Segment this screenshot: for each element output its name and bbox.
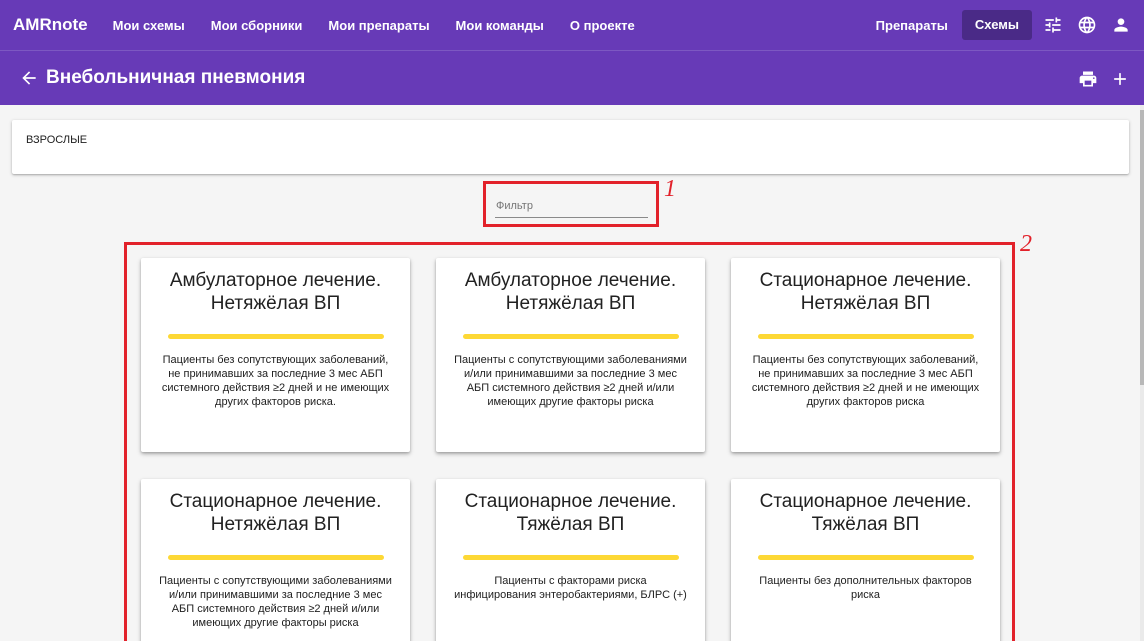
filter-input[interactable]	[495, 194, 648, 218]
card-title: Стационарное лечение. Нетяжёлая ВП	[169, 491, 382, 535]
page-title: Внебольничная пневмония	[46, 67, 306, 88]
nav-my-collections[interactable]: Мои сборники	[198, 18, 316, 33]
annotation-1: 1	[664, 176, 676, 202]
card-accent-bar	[462, 555, 679, 560]
print-icon[interactable]	[1072, 62, 1104, 96]
nav-drugs[interactable]: Препараты	[862, 18, 962, 33]
globe-icon[interactable]	[1070, 8, 1104, 42]
card-title: Амбулаторное лечение. Нетяжёлая ВП	[464, 270, 677, 314]
top-right-actions: Препараты Схемы	[862, 0, 1144, 50]
section-adults[interactable]: ВЗРОСЛЫЕ	[12, 120, 1129, 174]
page-header: Внебольничная пневмония	[0, 50, 1144, 105]
card-title: Стационарное лечение. Нетяжёлая ВП	[759, 270, 972, 314]
card-accent-bar	[462, 334, 679, 339]
card-accent-bar	[167, 555, 384, 560]
tune-icon[interactable]	[1036, 8, 1070, 42]
scheme-card[interactable]: Стационарное лечение. Нетяжёлая ВП Пацие…	[731, 258, 1000, 452]
nav-my-teams[interactable]: Мои команды	[443, 18, 557, 33]
card-description: Пациенты без дополнительных факторов рис…	[759, 575, 972, 601]
card-description: Пациенты без сопутствующих заболеваний, …	[751, 354, 980, 408]
card-description: Пациенты без сопутствующих заболеваний, …	[161, 354, 390, 408]
card-accent-bar	[757, 334, 974, 339]
page-actions	[1072, 51, 1136, 106]
user-icon[interactable]	[1104, 8, 1138, 42]
scrollbar-thumb[interactable]	[1140, 110, 1144, 385]
section-label: ВЗРОСЛЫЕ	[26, 134, 88, 146]
scheme-card[interactable]: Стационарное лечение. Нетяжёлая ВП Пацие…	[141, 479, 410, 641]
brand-logo[interactable]: AMRnote	[13, 15, 88, 35]
card-accent-bar	[757, 555, 974, 560]
back-arrow-icon[interactable]	[14, 63, 44, 93]
cards-highlight-box: Амбулаторное лечение. Нетяжёлая ВП Пацие…	[124, 242, 1015, 641]
scheme-card[interactable]: Стационарное лечение. Тяжёлая ВП Пациент…	[436, 479, 705, 641]
scheme-card[interactable]: Амбулаторное лечение. Нетяжёлая ВП Пацие…	[141, 258, 410, 452]
card-title: Стационарное лечение. Тяжёлая ВП	[759, 491, 972, 535]
add-icon[interactable]	[1104, 62, 1136, 96]
card-description: Пациенты с факторами риска инфицирования…	[454, 575, 687, 601]
nav-my-drugs[interactable]: Мои препараты	[315, 18, 442, 33]
scheme-card[interactable]: Стационарное лечение. Тяжёлая ВП Пациент…	[731, 479, 1000, 641]
nav-my-schemes[interactable]: Мои схемы	[100, 18, 198, 33]
card-description: Пациенты с сопутствующими заболеваниями …	[454, 354, 687, 408]
scheme-card[interactable]: Амбулаторное лечение. Нетяжёлая ВП Пацие…	[436, 258, 705, 452]
nav-schemes-active[interactable]: Схемы	[961, 10, 1032, 40]
card-description: Пациенты с сопутствующими заболеваниями …	[159, 575, 392, 629]
card-title: Стационарное лечение. Тяжёлая ВП	[464, 491, 677, 535]
card-accent-bar	[167, 334, 384, 339]
card-title: Амбулаторное лечение. Нетяжёлая ВП	[169, 270, 382, 314]
filter-highlight-box	[483, 181, 659, 227]
annotation-2: 2	[1020, 231, 1032, 257]
top-app-bar: AMRnote Мои схемы Мои сборники Мои препа…	[0, 0, 1144, 50]
nav-about[interactable]: О проекте	[557, 18, 648, 33]
